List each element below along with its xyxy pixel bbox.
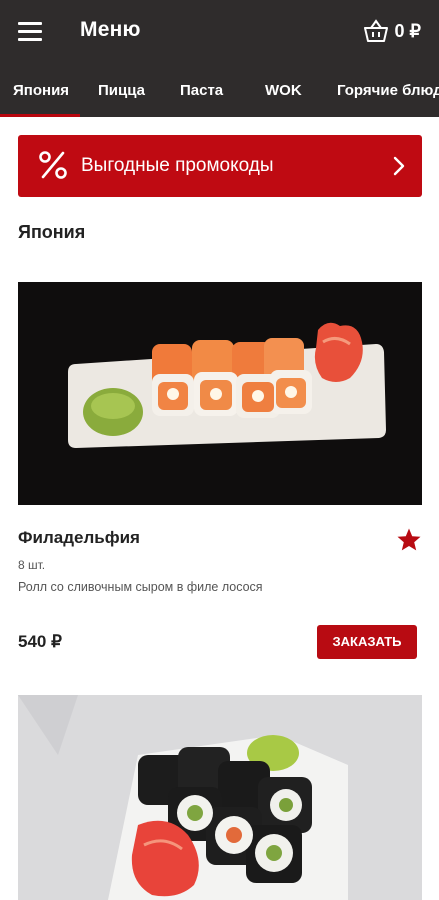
- product-name: Филадельфия: [18, 528, 140, 547]
- tab-hot-dishes[interactable]: Горячие блюда: [337, 64, 439, 117]
- maki-roll-photo: [18, 695, 422, 900]
- tab-wok[interactable]: WOK: [265, 64, 302, 117]
- philadelphia-roll-photo: [18, 282, 422, 505]
- active-tab-indicator: [0, 114, 80, 117]
- product-quantity: 8 шт.: [18, 558, 46, 572]
- favorite-star-icon[interactable]: [396, 527, 422, 553]
- app-header: Меню 0 ₽ Япония Пицца Паста WOK Горячие …: [0, 0, 439, 117]
- menu-icon[interactable]: [18, 22, 42, 42]
- basket-icon: [363, 19, 388, 42]
- promo-codes-banner[interactable]: Выгодные промокоды: [18, 135, 422, 197]
- cart-button[interactable]: 0 ₽: [363, 18, 421, 44]
- order-button[interactable]: ЗАКАЗАТЬ: [317, 625, 417, 659]
- product-image[interactable]: [18, 695, 422, 900]
- product-price: 540 ₽: [18, 632, 62, 651]
- tab-japan[interactable]: Япония: [13, 64, 69, 117]
- tab-pizza[interactable]: Пицца: [98, 64, 145, 117]
- product-description: Ролл со сливочным сыром в филе лосося: [18, 580, 263, 594]
- page-title: Меню: [80, 18, 141, 41]
- tab-pasta[interactable]: Паста: [180, 64, 223, 117]
- promo-label: Выгодные промокоды: [81, 155, 274, 176]
- chevron-right-icon: [393, 156, 405, 176]
- product-image[interactable]: [18, 282, 422, 505]
- section-title: Япония: [18, 222, 86, 242]
- percent-icon: [39, 151, 67, 179]
- category-tabs: Япония Пицца Паста WOK Горячие блюда: [0, 64, 439, 117]
- cart-amount: 0 ₽: [394, 20, 421, 41]
